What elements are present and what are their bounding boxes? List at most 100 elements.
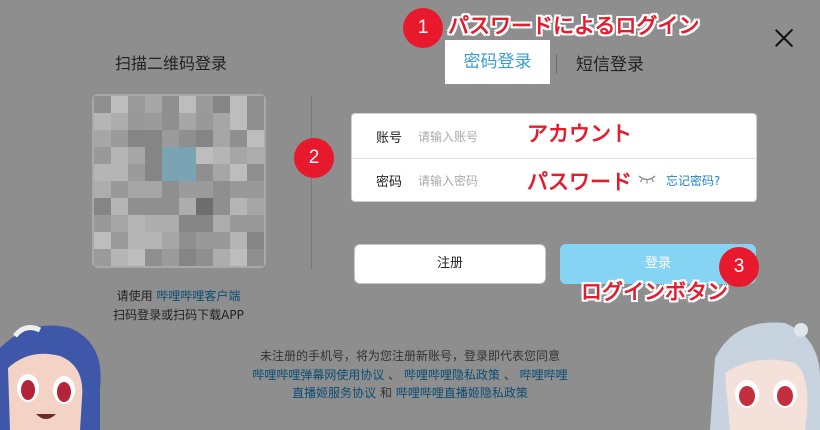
- qr-pixel: [230, 164, 247, 181]
- qr-pixel: [247, 181, 264, 198]
- qr-pixel: [213, 198, 230, 215]
- qr-pixel: [230, 96, 247, 113]
- qr-title: 扫描二维码登录: [115, 54, 228, 73]
- qr-pixel: [213, 96, 230, 113]
- qr-pixel: [145, 232, 162, 249]
- qr-pixel: [94, 130, 111, 147]
- qr-pixel: [111, 113, 128, 130]
- qr-pixel: [179, 147, 196, 164]
- qr-pixel: [94, 215, 111, 232]
- qr-pixel: [196, 96, 213, 113]
- qr-pixel: [111, 198, 128, 215]
- qr-pixel: [94, 96, 111, 113]
- qr-pixel: [196, 130, 213, 147]
- agreement-line3: 直播姬服务协议 和 哔哩哔哩直播姬隐私政策: [200, 384, 620, 401]
- qr-pixel: [145, 215, 162, 232]
- qr-pixel: [196, 147, 213, 164]
- qr-pixel: [162, 164, 179, 181]
- qr-pixel: [145, 130, 162, 147]
- qr-pixel: [196, 181, 213, 198]
- forgot-password-link[interactable]: 忘记密码?: [666, 172, 720, 189]
- live-terms-link-part2[interactable]: 直播姬服务协议: [292, 386, 376, 400]
- vertical-divider: [311, 95, 312, 270]
- qr-pixel: [162, 181, 179, 198]
- qr-pixel: [196, 232, 213, 249]
- tab-divider: [556, 54, 557, 74]
- qr-pixel: [247, 215, 264, 232]
- qr-pixel: [162, 130, 179, 147]
- annotation-password-login: パスワードによるログイン: [448, 14, 700, 38]
- qr-code-image: [92, 94, 266, 268]
- qr-pixel: [162, 198, 179, 215]
- qr-pixel: [111, 181, 128, 198]
- privacy-link[interactable]: 哔哩哔哩隐私政策: [404, 368, 500, 382]
- live-privacy-link[interactable]: 哔哩哔哩直播姬隐私政策: [396, 386, 528, 400]
- annotation-login-button: ログインボタン: [581, 280, 728, 304]
- qr-pixel: [94, 198, 111, 215]
- qr-pixel: [128, 130, 145, 147]
- qr-pixel: [247, 130, 264, 147]
- qr-pixel: [94, 113, 111, 130]
- qr-pixel: [179, 164, 196, 181]
- qr-pixel: [179, 198, 196, 215]
- qr-pixel: [162, 249, 179, 266]
- qr-pixel: [230, 181, 247, 198]
- tab-password-login[interactable]: 密码登录: [445, 40, 550, 84]
- agreement-line2: 哔哩哔哩弹幕网使用协议 、 哔哩哔哩隐私政策 、 哔哩哔哩: [200, 366, 620, 383]
- qr-pixel: [128, 96, 145, 113]
- agreement-line1: 未注册的手机号，将为您注册新账号，登录即代表您同意: [259, 349, 560, 363]
- close-icon[interactable]: [770, 24, 798, 52]
- qr-pixel: [179, 215, 196, 232]
- qr-pixel: [128, 147, 145, 164]
- separator: 、: [500, 368, 520, 382]
- qr-hint: 请使用 哔哩哔哩客户端: [0, 287, 357, 304]
- qr-pixel: [196, 164, 213, 181]
- qr-pixel: [196, 198, 213, 215]
- qr-pixel: [145, 198, 162, 215]
- password-label: 密码: [376, 175, 403, 190]
- live-terms-link-part1[interactable]: 哔哩哔哩: [520, 368, 568, 382]
- qr-pixel: [162, 96, 179, 113]
- eye-closed-icon[interactable]: [638, 174, 656, 184]
- annotation-badge-1: 1: [403, 8, 443, 48]
- qr-pixel: [162, 232, 179, 249]
- qr-pixel: [213, 113, 230, 130]
- qr-pixel: [213, 164, 230, 181]
- qr-pixel: [128, 215, 145, 232]
- qr-hint-prefix: 请使用: [116, 289, 157, 303]
- client-link[interactable]: 哔哩哔哩客户端: [156, 289, 240, 303]
- qr-pixel: [162, 113, 179, 130]
- qr-pixel: [111, 130, 128, 147]
- qr-pixel: [145, 164, 162, 181]
- qr-pixel: [162, 215, 179, 232]
- qr-pixel: [179, 130, 196, 147]
- qr-pixel: [247, 198, 264, 215]
- qr-pixel: [111, 215, 128, 232]
- qr-pixel: [213, 181, 230, 198]
- register-button[interactable]: 注册: [354, 244, 546, 284]
- qr-pixel: [145, 147, 162, 164]
- qr-pixel: [213, 232, 230, 249]
- qr-pixel: [111, 96, 128, 113]
- terms-link[interactable]: 哔哩哔哩弹幕网使用协议: [252, 368, 384, 382]
- qr-pixel: [179, 232, 196, 249]
- qr-pixel: [94, 181, 111, 198]
- qr-pixel: [230, 130, 247, 147]
- annotation-account: アカウント: [527, 122, 632, 146]
- tab-sms-login[interactable]: 短信登录: [576, 50, 644, 75]
- login-modal: 扫描二维码登录 请使用 哔哩哔哩客户端 扫码登录或扫码下载APP 密码登录 短信…: [0, 0, 820, 430]
- qr-pixel: [230, 147, 247, 164]
- qr-pixel: [247, 249, 264, 266]
- qr-pixel: [94, 249, 111, 266]
- qr-pixel: [111, 164, 128, 181]
- qr-pixel: [213, 147, 230, 164]
- qr-pixel: [94, 164, 111, 181]
- annotation-badge-2: 2: [294, 138, 334, 178]
- qr-pixel: [230, 198, 247, 215]
- qr-pixel: [94, 147, 111, 164]
- qr-pixel: [213, 215, 230, 232]
- qr-pixel: [128, 232, 145, 249]
- qr-pixel: [145, 249, 162, 266]
- separator: 、: [384, 368, 404, 382]
- qr-pixel: [128, 198, 145, 215]
